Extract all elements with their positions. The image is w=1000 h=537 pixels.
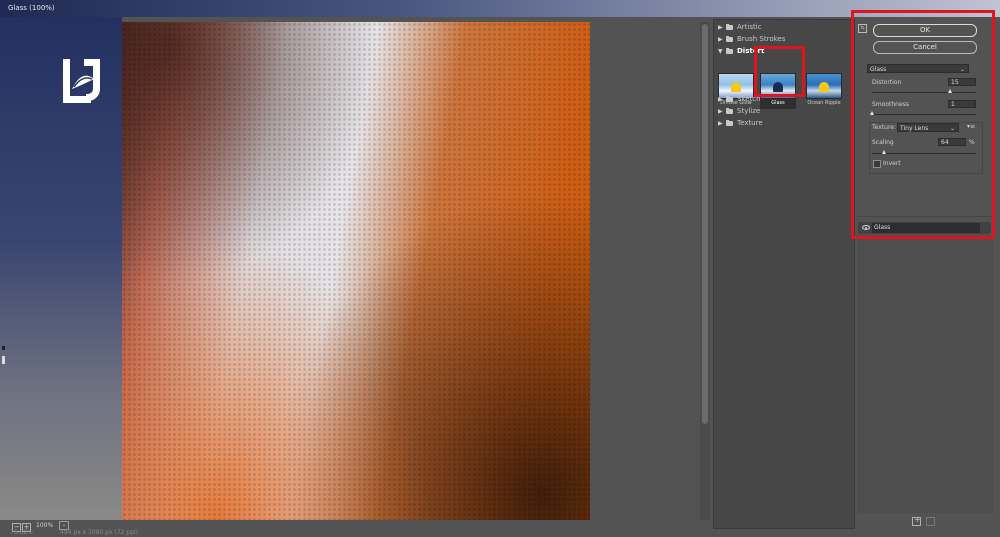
thumbnail-label: Glass xyxy=(771,100,785,106)
window-title: Glass (100%) xyxy=(8,4,55,12)
highlight-box-settings xyxy=(851,10,995,239)
open-folder-icon xyxy=(726,48,733,54)
window-title-bar: Glass (100%) xyxy=(0,0,1000,17)
category-texture[interactable]: ▶ Texture xyxy=(718,118,763,129)
preview-scrollbar[interactable] xyxy=(700,22,710,520)
filter-thumb-ocean-ripple[interactable]: Ocean Ripple xyxy=(806,73,842,109)
folder-icon xyxy=(726,96,733,102)
delete-effect-layer-button[interactable] xyxy=(926,517,935,526)
folder-icon xyxy=(726,120,733,126)
collapse-arrow-icon: ▼ xyxy=(718,48,723,55)
scrollbar-thumb[interactable] xyxy=(702,24,708,424)
expand-arrow-icon: ▶ xyxy=(718,36,723,43)
new-effect-layer-button[interactable] xyxy=(912,515,921,526)
zoom-value: 100% xyxy=(36,522,54,529)
category-brush-strokes[interactable]: ▶ Brush Strokes xyxy=(718,34,785,45)
category-label: Brush Strokes xyxy=(737,35,786,43)
folder-icon xyxy=(726,108,733,114)
folder-icon xyxy=(726,24,733,30)
preview-image xyxy=(122,22,590,520)
background-document xyxy=(0,17,122,520)
status-zoom: 76.82% xyxy=(10,529,33,536)
expand-arrow-icon: ▶ xyxy=(718,96,723,103)
edge-marker xyxy=(2,346,5,350)
effect-layers-list xyxy=(857,235,993,513)
category-label: Stylize xyxy=(737,107,761,115)
category-artistic[interactable]: ▶ Artistic xyxy=(718,22,762,33)
brand-logo-icon xyxy=(63,59,100,103)
dialog-gap xyxy=(590,17,710,520)
expand-arrow-icon: ▶ xyxy=(718,120,723,127)
folder-icon xyxy=(726,36,733,42)
thumbnail-image xyxy=(806,73,842,99)
expand-arrow-icon: ▶ xyxy=(718,24,723,31)
filter-preview-canvas[interactable] xyxy=(122,22,590,520)
thumbnail-label: Ocean Ripple xyxy=(807,100,841,106)
edge-marker xyxy=(2,356,5,364)
category-stylize[interactable]: ▶ Stylize xyxy=(718,106,760,117)
category-label: Artistic xyxy=(737,23,762,31)
highlight-box-glass xyxy=(754,46,805,97)
status-doc-info: 494 px x 1080 px (72 ppi) xyxy=(60,529,139,536)
zoom-bar: − + 100% ⌄ 76.82% 494 px x 1080 px (72 p… xyxy=(0,520,710,537)
expand-arrow-icon: ▶ xyxy=(718,108,723,115)
category-label: Texture xyxy=(737,119,763,127)
